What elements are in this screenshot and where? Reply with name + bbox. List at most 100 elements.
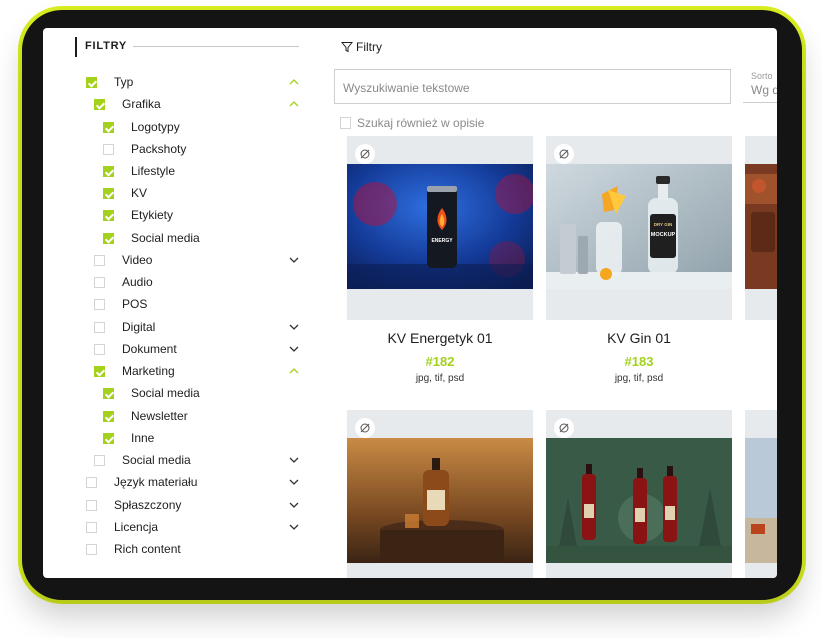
checkbox[interactable]	[94, 254, 105, 266]
filter-item-label: Logotypy	[131, 120, 180, 134]
filter-item-licencja[interactable]: Licencja	[86, 518, 158, 536]
checkbox[interactable]	[103, 232, 114, 244]
filter-item-newsletter[interactable]: Newsletter	[103, 407, 188, 425]
search-input[interactable]: Wyszukiwanie tekstowe	[334, 69, 731, 104]
filter-item-label: Social media	[131, 386, 200, 400]
filter-item-label: Grafika	[122, 97, 161, 111]
filters-toggle-button[interactable]: Filtry	[341, 40, 382, 54]
asset-card[interactable]	[745, 136, 777, 320]
asset-thumbnail[interactable]: ENERGY	[347, 164, 533, 289]
checkbox[interactable]	[94, 454, 105, 466]
asset-thumbnail[interactable]	[745, 438, 777, 563]
filter-item-packshoty[interactable]: Packshoty	[103, 140, 186, 158]
checkbox[interactable]	[103, 121, 114, 133]
checkbox[interactable]	[86, 521, 97, 533]
filter-item-label: Licencja	[114, 520, 159, 534]
filter-item-digital[interactable]: Digital	[94, 318, 155, 336]
checkbox[interactable]	[103, 209, 114, 221]
filter-item-video[interactable]: Video	[94, 251, 152, 269]
checkbox[interactable]	[94, 365, 105, 377]
chevron-down-icon[interactable]	[288, 321, 300, 333]
filters-header-divider	[133, 46, 299, 47]
funnel-icon	[341, 42, 353, 53]
filter-item-label: Newsletter	[131, 409, 188, 423]
filter-item-logotypy[interactable]: Logotypy	[103, 118, 180, 136]
filter-item-label: POS	[122, 297, 148, 311]
filter-item-social-media-2[interactable]: Social media	[94, 451, 191, 469]
checkbox[interactable]	[103, 187, 114, 199]
filter-item-label: Packshoty	[131, 142, 187, 156]
checkbox[interactable]	[103, 432, 114, 444]
hidden-eye-icon[interactable]	[554, 418, 574, 438]
chevron-down-icon[interactable]	[288, 499, 300, 511]
filter-item-rich-content[interactable]: Rich content	[86, 540, 181, 558]
checkbox[interactable]	[86, 543, 97, 555]
checkbox[interactable]	[86, 76, 97, 88]
checkbox[interactable]	[86, 476, 97, 488]
asset-card[interactable]	[546, 410, 732, 578]
filter-item-label: Etykiety	[131, 208, 174, 222]
sort-underline	[743, 102, 777, 103]
asset-card[interactable]	[745, 410, 777, 578]
search-in-description-option[interactable]: Szukaj również w opisie	[334, 116, 484, 130]
filter-item-lifestyle[interactable]: Lifestyle	[103, 162, 175, 180]
filter-item-typ[interactable]: Typ	[86, 73, 133, 91]
filters-title: FILTRY	[85, 40, 128, 52]
asset-thumbnail[interactable]	[347, 438, 533, 563]
filter-item-grafika[interactable]: Grafika	[94, 95, 161, 113]
checkbox[interactable]	[103, 165, 114, 177]
chevron-down-icon[interactable]	[288, 343, 300, 355]
chevron-down-icon[interactable]	[288, 476, 300, 488]
checkbox[interactable]	[86, 499, 97, 511]
checkbox[interactable]	[103, 410, 114, 422]
filter-item-jezyk-materialu[interactable]: Język materiału	[86, 473, 197, 491]
hidden-eye-icon[interactable]	[355, 144, 375, 164]
filter-item-inne[interactable]: Inne	[103, 429, 154, 447]
sort-label: Sorto	[751, 71, 773, 81]
filter-item-audio[interactable]: Audio	[94, 273, 153, 291]
filter-item-label: Audio	[122, 275, 153, 289]
checkbox[interactable]	[94, 276, 105, 288]
hidden-eye-icon[interactable]	[554, 144, 574, 164]
chevron-up-icon[interactable]	[288, 365, 300, 377]
asset-card[interactable]: ENERGY	[347, 136, 533, 320]
chevron-down-icon[interactable]	[288, 254, 300, 266]
hidden-eye-icon[interactable]	[355, 418, 375, 438]
asset-number: #183	[624, 354, 654, 369]
chevron-up-icon[interactable]	[288, 98, 300, 110]
asset-card[interactable]: DRY GIN MOCKUP	[546, 136, 732, 320]
chevron-down-icon[interactable]	[288, 454, 300, 466]
filter-item-pos[interactable]: POS	[94, 295, 147, 313]
asset-card[interactable]	[347, 410, 533, 578]
asset-thumbnail[interactable]: DRY GIN MOCKUP	[546, 164, 732, 289]
search-in-description-label: Szukaj również w opisie	[357, 116, 485, 130]
filter-item-label: Inne	[131, 431, 155, 445]
gin-label-line2: MOCKUP	[651, 232, 676, 238]
filter-item-marketing[interactable]: Marketing	[94, 362, 175, 380]
sort-value: Wg d	[751, 83, 777, 97]
filter-item-label: Język materiału	[114, 475, 198, 489]
filter-item-etykiety[interactable]: Etykiety	[103, 206, 173, 224]
chevron-up-icon[interactable]	[288, 76, 300, 88]
filter-item-label: Typ	[114, 75, 134, 89]
filter-item-label: Spłaszczony	[114, 498, 182, 512]
checkbox[interactable]	[94, 343, 105, 355]
checkbox[interactable]	[94, 298, 105, 310]
chevron-down-icon[interactable]	[288, 521, 300, 533]
checkbox[interactable]	[340, 117, 351, 129]
checkbox[interactable]	[103, 387, 114, 399]
asset-thumbnail[interactable]	[745, 164, 777, 289]
checkbox[interactable]	[94, 98, 105, 110]
filter-item-marketing-social-media[interactable]: Social media	[103, 384, 200, 402]
checkbox[interactable]	[103, 143, 114, 155]
asset-name: KV Energetyk 01	[387, 330, 493, 346]
filter-item-label: KV	[131, 186, 148, 200]
filter-item-social-media[interactable]: Social media	[103, 229, 200, 247]
filter-item-dokument[interactable]: Dokument	[94, 340, 177, 358]
sort-select[interactable]: Sorto Wg d	[743, 69, 777, 104]
search-placeholder: Wyszukiwanie tekstowe	[343, 81, 470, 95]
checkbox[interactable]	[94, 321, 105, 333]
asset-thumbnail[interactable]	[546, 438, 732, 563]
filter-item-kv[interactable]: KV	[103, 184, 147, 202]
filter-item-splaszczony[interactable]: Spłaszczony	[86, 496, 181, 514]
